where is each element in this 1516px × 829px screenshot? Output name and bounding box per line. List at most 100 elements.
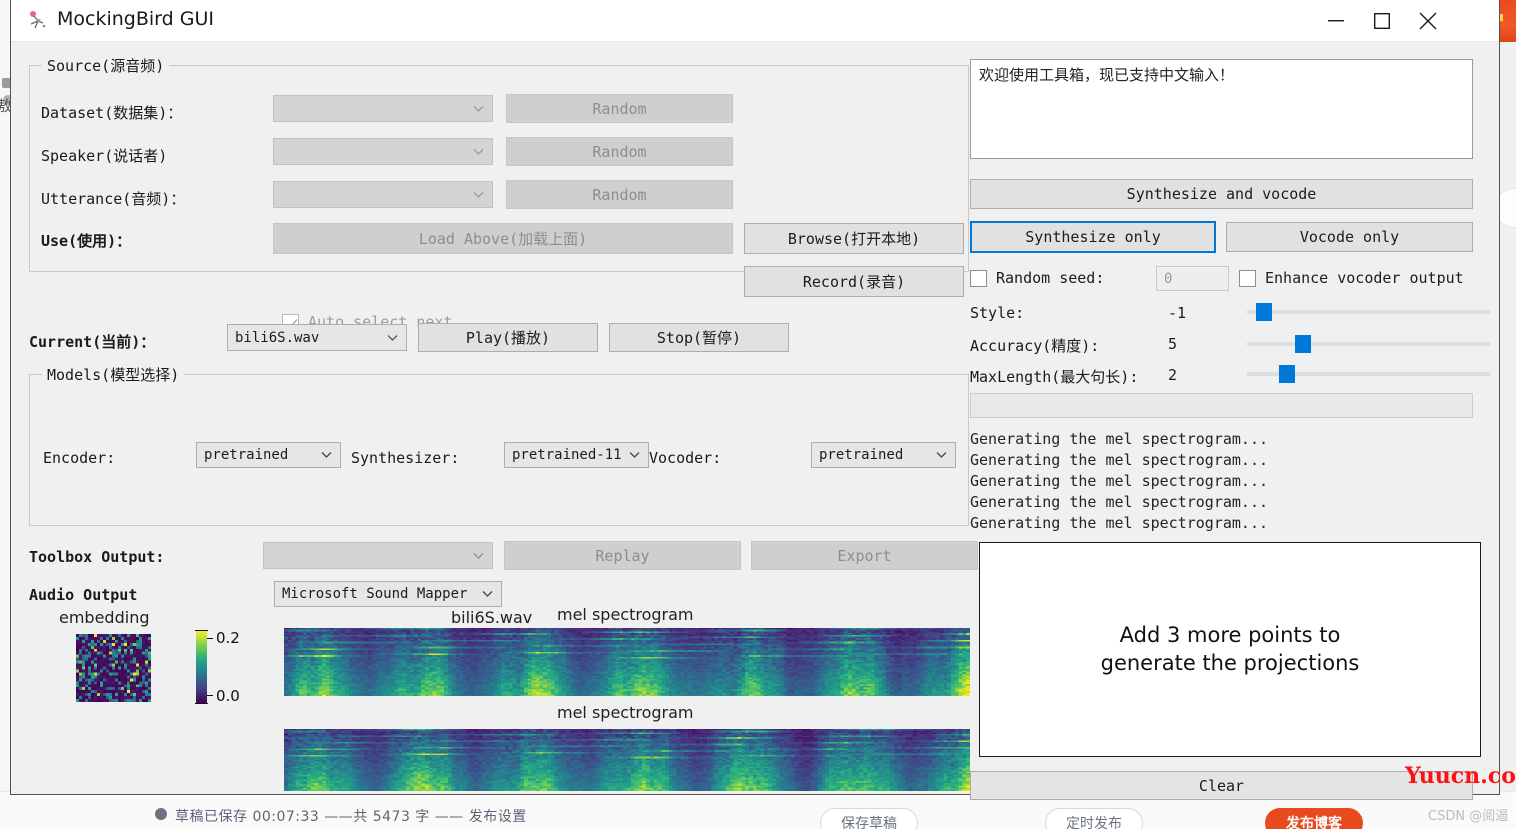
colorbar-label-high: 0.2 xyxy=(216,629,240,647)
log-line: Generating the mel spectrogram... xyxy=(970,451,1269,469)
style-label: Style: xyxy=(970,304,1025,322)
spectrogram-top-title: mel spectrogram xyxy=(557,605,694,624)
use-label: Use(使用)： xyxy=(41,232,132,250)
encoder-combo[interactable]: pretrained xyxy=(196,442,341,468)
play-button[interactable]: Play(播放) xyxy=(418,323,598,352)
chevron-down-icon xyxy=(482,591,493,598)
source-group-title: Source(源音频) xyxy=(42,55,170,76)
synthesizer-label: Synthesizer: xyxy=(351,449,460,467)
enhance-vocoder-checkbox[interactable]: Enhance vocoder output xyxy=(1239,269,1464,287)
models-group-title: Models(模型选择) xyxy=(42,364,185,385)
maximize-button[interactable] xyxy=(1359,0,1405,42)
close-icon xyxy=(1419,12,1437,30)
vocoder-value: pretrained xyxy=(819,447,904,463)
csdn-watermark: CSDN @阅遏 xyxy=(1428,809,1509,824)
dataset-combo[interactable] xyxy=(273,95,493,122)
utterance-random-button[interactable]: Random xyxy=(506,180,733,209)
slider-handle[interactable] xyxy=(1256,303,1273,321)
replay-button[interactable]: Replay xyxy=(504,541,741,570)
speaker-label: Speaker(说话者) xyxy=(41,147,168,165)
dataset-label: Dataset(数据集)： xyxy=(41,104,183,122)
vocoder-combo[interactable]: pretrained xyxy=(811,442,956,468)
speaker-random-button[interactable]: Random xyxy=(506,137,733,166)
client-area: Source(源音频) Dataset(数据集)： Random Speaker… xyxy=(11,42,1499,800)
watermark: Yuucn.com xyxy=(1405,763,1516,789)
vocode-only-button[interactable]: Vocode only xyxy=(1226,222,1473,252)
synthesizer-combo[interactable]: pretrained-11 xyxy=(504,442,649,468)
maxlength-value: 2 xyxy=(1168,366,1178,384)
clear-button[interactable]: Clear xyxy=(970,771,1473,800)
audio-output-combo[interactable]: Microsoft Sound Mapper xyxy=(274,581,502,607)
slider-handle[interactable] xyxy=(1278,365,1295,383)
spectrogram-bottom-title: mel spectrogram xyxy=(557,703,694,722)
chevron-down-icon xyxy=(321,452,332,459)
text-input[interactable]: 欢迎使用工具箱，现已支持中文输入！ xyxy=(970,59,1473,159)
colorbar: 0.2 0.0 xyxy=(195,629,240,705)
record-button[interactable]: Record(录音) xyxy=(744,266,964,297)
accuracy-label: Accuracy(精度): xyxy=(970,337,1100,355)
background-schedule-button: 定时发布 xyxy=(1045,808,1143,829)
slider-handle[interactable] xyxy=(1294,335,1311,353)
background-status-dot xyxy=(155,808,167,820)
stop-button[interactable]: Stop(暂停) xyxy=(609,323,789,352)
window-title: MockingBird GUI xyxy=(57,8,214,30)
mockingbird-icon xyxy=(27,10,49,32)
chevron-down-icon xyxy=(473,552,484,559)
minimize-button[interactable] xyxy=(1313,0,1359,42)
spectrogram-top xyxy=(284,628,970,696)
log-line: Generating the mel spectrogram... xyxy=(970,472,1269,490)
checkbox-box xyxy=(970,269,987,287)
checkbox-box xyxy=(1239,269,1256,287)
random-seed-checkbox[interactable]: Random seed: xyxy=(970,269,1104,287)
projection-message: Add 3 more points to generate the project… xyxy=(1100,623,1360,675)
audio-output-label: Audio Output xyxy=(29,586,138,604)
accuracy-slider[interactable] xyxy=(1247,335,1490,353)
toolbox-output-combo[interactable] xyxy=(263,542,493,569)
current-file-combo[interactable]: bili6S.wav xyxy=(227,324,407,351)
embedding-heatmap xyxy=(76,634,151,702)
current-label: Current(当前)： xyxy=(29,333,156,351)
vocoder-label: Vocoder: xyxy=(649,449,722,467)
colorbar-tick-high xyxy=(207,638,213,639)
maximize-icon xyxy=(1374,13,1390,29)
load-above-button[interactable]: Load Above(加载上面) xyxy=(273,223,733,254)
encoder-value: pretrained xyxy=(204,447,289,463)
minimize-icon xyxy=(1328,20,1344,22)
mockingbird-window: MockingBird GUI Source(源音频) Dataset(数据集)… xyxy=(10,0,1500,800)
chevron-down-icon xyxy=(473,148,484,155)
encoder-label: Encoder: xyxy=(43,449,116,467)
background-save-draft-button: 保存草稿 xyxy=(820,808,918,829)
slider-track xyxy=(1247,310,1490,314)
embedding-plot-title: embedding xyxy=(59,608,150,627)
projection-panel[interactable]: Add 3 more points to generate the project… xyxy=(979,542,1481,757)
close-button[interactable] xyxy=(1405,0,1451,42)
browse-button[interactable]: Browse(打开本地) xyxy=(744,223,964,254)
synthesize-and-vocode-button[interactable]: Synthesize and vocode xyxy=(970,179,1473,209)
chevron-down-icon xyxy=(629,452,640,459)
maxlength-label: MaxLength(最大句长): xyxy=(970,368,1139,386)
chevron-down-icon xyxy=(473,191,484,198)
colorbar-tick-low xyxy=(207,695,213,696)
colorbar-top-cap xyxy=(195,630,208,631)
random-seed-input[interactable]: 0 xyxy=(1156,266,1229,291)
title-bar: MockingBird GUI xyxy=(11,0,1499,42)
spectrogram-bottom xyxy=(284,729,970,791)
chevron-down-icon xyxy=(936,452,947,459)
chevron-down-icon xyxy=(473,105,484,112)
accuracy-value: 5 xyxy=(1168,335,1178,353)
utterance-combo[interactable] xyxy=(273,181,493,208)
synthesizer-value: pretrained-11 xyxy=(512,447,622,463)
enhance-vocoder-label: Enhance vocoder output xyxy=(1265,269,1464,287)
style-slider[interactable] xyxy=(1247,303,1490,321)
random-seed-value: 0 xyxy=(1164,270,1173,287)
export-button[interactable]: Export xyxy=(751,541,978,570)
background-status-text: 草稿已保存 00:07:33 ——共 5473 字 —— 发布设置 xyxy=(175,809,527,825)
background-publish-button: 发布博客 xyxy=(1265,808,1363,829)
speaker-combo[interactable] xyxy=(273,138,493,165)
synthesize-only-button[interactable]: Synthesize only xyxy=(970,221,1216,253)
maxlength-slider[interactable] xyxy=(1247,365,1490,383)
log-line: Generating the mel spectrogram... xyxy=(970,514,1269,532)
toolbox-output-label: Toolbox Output: xyxy=(29,548,165,566)
log-line: Generating the mel spectrogram... xyxy=(970,430,1269,448)
dataset-random-button[interactable]: Random xyxy=(506,94,733,123)
